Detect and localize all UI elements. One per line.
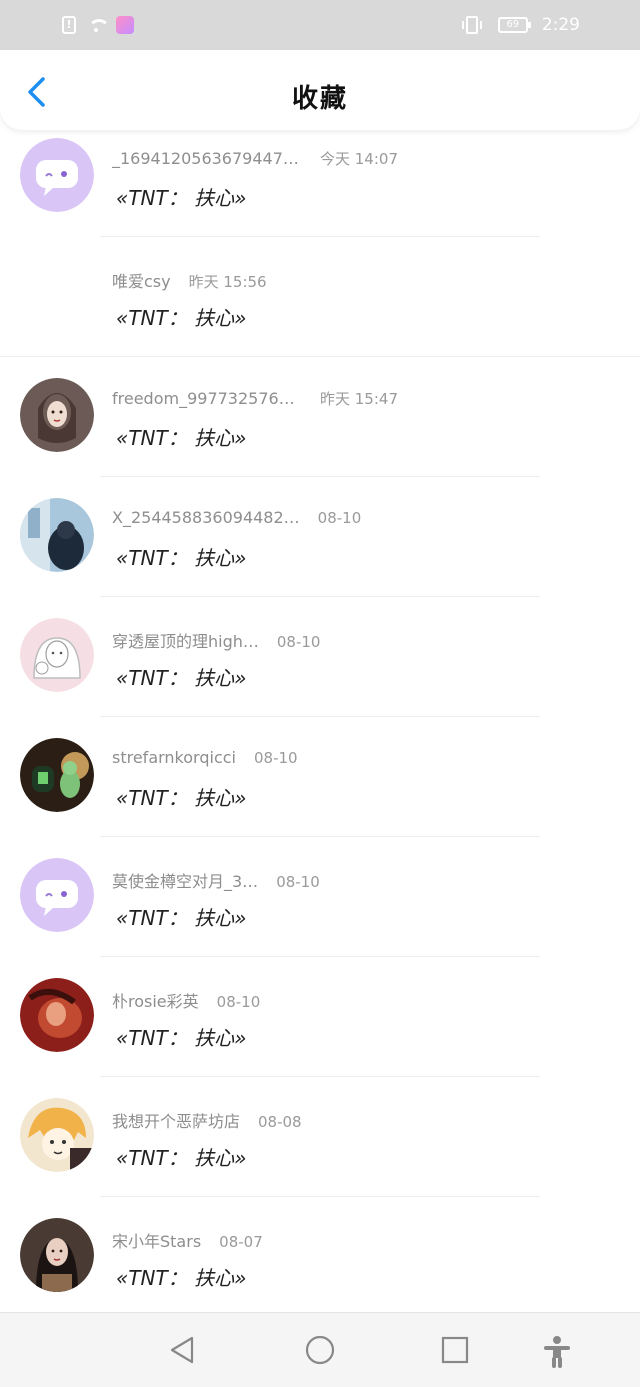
user-name[interactable]: _1694120563679447640	[112, 149, 302, 168]
user-name[interactable]: 我想开个恶萨坊店	[112, 1108, 240, 1132]
vibrate-icon	[461, 16, 482, 34]
list-item[interactable]: 唯爱csy 昨天 15:56 «TNT： 扶心»	[0, 250, 640, 370]
user-name[interactable]: 朴rosie彩英	[112, 988, 199, 1012]
system-nav-bar	[0, 1312, 640, 1387]
user-name[interactable]: 唯爱csy	[112, 268, 171, 292]
favorite-content[interactable]: «TNT： 扶心»	[116, 1142, 246, 1171]
divider	[100, 956, 540, 957]
timestamp: 08-10	[317, 509, 362, 527]
photo-avatar[interactable]	[20, 1218, 94, 1292]
favorite-content[interactable]: «TNT： 扶心»	[116, 542, 246, 571]
list-item[interactable]: strefarnkorqicci 08-10 «TNT： 扶心»	[0, 730, 640, 850]
nav-recent-icon	[441, 1336, 469, 1364]
timestamp: 昨天 15:47	[320, 390, 398, 408]
divider	[100, 236, 540, 237]
favorite-content[interactable]: «TNT： 扶心»	[116, 422, 246, 451]
list-item[interactable]: 宋小年Stars 08-07 «TNT： 扶心»	[0, 1210, 640, 1312]
illustration-avatar[interactable]	[20, 618, 94, 692]
timestamp: 08-07	[219, 1233, 263, 1251]
accessibility-button[interactable]	[542, 1335, 572, 1368]
favorite-content[interactable]: «TNT： 扶心»	[116, 302, 246, 331]
divider	[100, 716, 540, 717]
nav-back-icon	[170, 1336, 194, 1364]
nav-home-button[interactable]	[305, 1335, 335, 1365]
page-title: 收藏	[291, 84, 348, 114]
app-notification-icon	[116, 16, 134, 34]
accessibility-icon	[544, 1336, 570, 1368]
divider	[100, 596, 540, 597]
list-item[interactable]: 穿透屋顶的理high… 08-10 «TNT： 扶心»	[0, 610, 640, 730]
divider	[100, 836, 540, 837]
timestamp: 08-10	[276, 633, 321, 651]
item-meta: _1694120563679447640 今天 14:07	[112, 148, 398, 169]
battery-icon: 69	[497, 17, 531, 33]
item-meta: 穿透屋顶的理high… 08-10	[112, 628, 320, 652]
status-bar: ! 69 2:29	[0, 0, 640, 50]
item-meta: 莫使金樽空对月_3… 08-10	[112, 868, 320, 892]
timestamp: 08-10	[216, 993, 261, 1011]
status-right: 69 2:29	[461, 15, 580, 35]
wifi-icon	[86, 17, 110, 33]
item-meta: X_254458836094482… 08-10	[112, 508, 361, 527]
timestamp: 今天 14:07	[320, 150, 398, 168]
illustration-avatar[interactable]	[20, 1098, 94, 1172]
divider	[100, 1196, 540, 1197]
favorite-content[interactable]: «TNT： 扶心»	[116, 182, 246, 211]
item-meta: 朴rosie彩英 08-10	[112, 988, 260, 1012]
chat-bubble-avatar[interactable]	[20, 858, 94, 932]
timestamp: 08-10	[276, 873, 320, 891]
divider	[100, 1076, 540, 1077]
alert-icon: !	[62, 16, 76, 34]
nav-home-icon	[305, 1335, 335, 1365]
favorite-content[interactable]: «TNT： 扶心»	[116, 902, 246, 931]
item-meta: freedom_997732576023 昨天 15:47	[112, 388, 398, 409]
divider	[0, 356, 640, 357]
item-meta: 唯爱csy 昨天 15:56	[112, 268, 267, 292]
photo-avatar[interactable]	[20, 978, 94, 1052]
favorite-content[interactable]: «TNT： 扶心»	[116, 662, 246, 691]
item-meta: 宋小年Stars 08-07	[112, 1228, 263, 1252]
list-item[interactable]: X_254458836094482… 08-10 «TNT： 扶心»	[0, 490, 640, 610]
user-name[interactable]: freedom_997732576023	[112, 389, 302, 408]
item-meta: strefarnkorqicci 08-10	[112, 748, 298, 767]
list-item[interactable]: 朴rosie彩英 08-10 «TNT： 扶心»	[0, 970, 640, 1090]
list-item[interactable]: freedom_997732576023 昨天 15:47 «TNT： 扶心»	[0, 370, 640, 490]
header: 收藏	[0, 50, 640, 130]
timestamp: 昨天 15:56	[188, 273, 267, 291]
timestamp: 08-08	[258, 1113, 302, 1131]
user-name[interactable]: X_254458836094482…	[112, 508, 300, 527]
user-name[interactable]: 莫使金樽空对月_3…	[112, 868, 258, 892]
status-left: !	[62, 16, 134, 34]
user-name[interactable]: 穿透屋顶的理high…	[112, 628, 259, 652]
list-item[interactable]: 我想开个恶萨坊店 08-08 «TNT： 扶心»	[0, 1090, 640, 1210]
favorites-list: _1694120563679447640 今天 14:07 «TNT： 扶心» …	[0, 130, 640, 1312]
nav-back-button[interactable]	[168, 1335, 198, 1365]
user-name[interactable]: strefarnkorqicci	[112, 748, 236, 767]
photo-avatar[interactable]	[20, 378, 94, 452]
favorite-content[interactable]: «TNT： 扶心»	[116, 782, 246, 811]
item-meta: 我想开个恶萨坊店 08-08	[112, 1108, 302, 1132]
nav-recent-button[interactable]	[440, 1335, 470, 1365]
chat-bubble-avatar[interactable]	[20, 138, 94, 212]
favorite-content[interactable]: «TNT： 扶心»	[116, 1262, 246, 1291]
timestamp: 08-10	[253, 749, 298, 767]
list-item[interactable]: _1694120563679447640 今天 14:07 «TNT： 扶心»	[0, 130, 640, 250]
photo-avatar[interactable]	[20, 498, 94, 572]
status-time: 2:29	[541, 15, 580, 35]
list-item[interactable]: 莫使金樽空对月_3… 08-10 «TNT： 扶心»	[0, 850, 640, 970]
divider	[100, 476, 540, 477]
favorite-content[interactable]: «TNT： 扶心»	[116, 1022, 246, 1051]
photo-avatar[interactable]	[20, 738, 94, 812]
user-name[interactable]: 宋小年Stars	[112, 1228, 201, 1252]
